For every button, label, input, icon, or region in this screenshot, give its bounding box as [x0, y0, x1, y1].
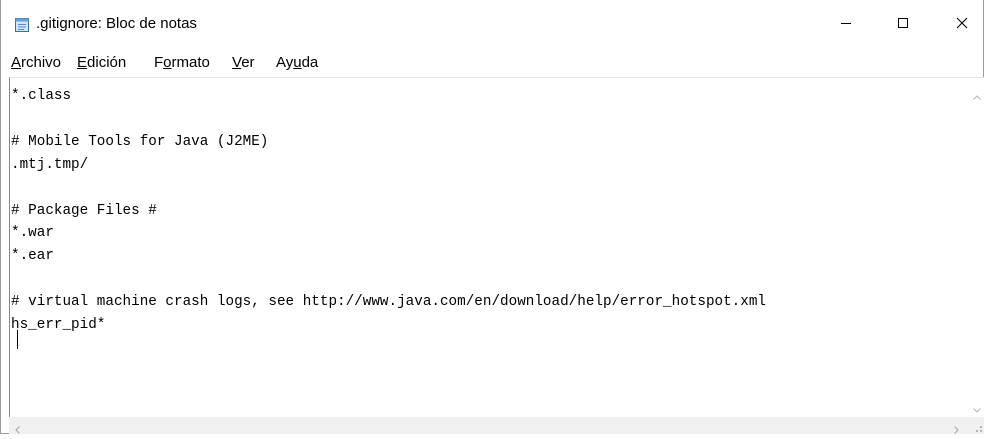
menu-archivo[interactable]: Archivo: [11, 54, 61, 71]
menu-ver[interactable]: Ver: [232, 54, 255, 71]
notepad-icon[interactable]: [14, 17, 30, 33]
window-title: .gitignore: Bloc de notas: [36, 15, 197, 32]
menu-bar: Archivo Edición Formato Ver Ayuda: [1, 50, 983, 77]
menu-ayuda-accel: u: [293, 54, 302, 71]
menu-formato[interactable]: Formato: [154, 54, 210, 71]
menu-edicion[interactable]: Edición: [77, 54, 126, 71]
scroll-down-icon[interactable]: [973, 400, 981, 418]
menu-archivo-label: rchivo: [21, 54, 62, 71]
maximize-button[interactable]: [880, 0, 926, 50]
close-icon: [956, 16, 968, 34]
menu-ayuda-pre: Ay: [276, 54, 294, 71]
minimize-button[interactable]: [823, 0, 869, 50]
menu-formato-accel: o: [163, 54, 172, 71]
menu-ayuda[interactable]: Ayuda: [276, 54, 318, 71]
text-editor[interactable]: *.class # Mobile Tools for Java (J2ME) .…: [9, 77, 984, 417]
menu-formato-pre: F: [154, 54, 164, 71]
vertical-scrollbar[interactable]: [968, 78, 984, 417]
scroll-left-icon[interactable]: [15, 421, 20, 439]
editor-content[interactable]: *.class # Mobile Tools for Java (J2ME) .…: [11, 85, 951, 337]
menu-formato-label: rmato: [171, 54, 210, 71]
scroll-right-icon[interactable]: [954, 421, 959, 439]
text-caret: [17, 330, 18, 349]
close-button[interactable]: [939, 0, 984, 50]
resize-grip-icon[interactable]: [971, 420, 983, 438]
horizontal-scrollbar[interactable]: [9, 417, 968, 434]
title-bar[interactable]: .gitignore: Bloc de notas: [1, 0, 983, 50]
maximize-icon: [897, 16, 909, 34]
menu-ver-accel: V: [232, 54, 242, 71]
menu-ver-label: er: [241, 54, 255, 71]
scroll-up-icon[interactable]: [973, 87, 981, 105]
notepad-window: .gitignore: Bloc de notas Archivo Edició…: [0, 0, 984, 434]
menu-edicion-accel: E: [77, 54, 88, 71]
menu-archivo-accel: A: [11, 54, 22, 71]
minimize-icon: [840, 16, 852, 34]
menu-edicion-label: dición: [87, 54, 127, 71]
menu-ayuda-label: da: [301, 54, 319, 71]
